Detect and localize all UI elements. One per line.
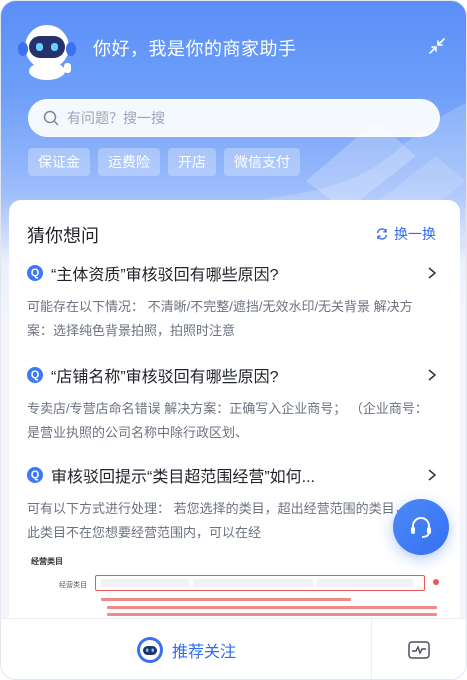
preview-field-label: 经营类目 [59, 582, 87, 589]
question-title: “主体资质”审核驳回有哪些原因? [51, 267, 279, 284]
refresh-button[interactable]: 换一换 [375, 224, 436, 244]
chip-deposit[interactable]: 保证金 [28, 148, 90, 176]
question-answer: 可有以下方式进行处理： 若您选择的类目，超出经营范围的类目，同时此类目不在您想要… [27, 501, 434, 540]
question-item[interactable]: Q “店铺名称”审核驳回有哪些原因? 专卖店/专营店命名错误 解决方案：正确写入… [27, 364, 439, 445]
q-badge: Q [27, 265, 43, 281]
footer-bar: 推荐关注 [1, 618, 466, 679]
search-input[interactable] [65, 109, 399, 127]
question-answer: 可能存在以下情况： 不清晰/不完整/遮挡/无效水印/无关背景 解决方案：选择纯色… [27, 299, 413, 338]
chevron-right-icon [428, 267, 437, 279]
guess-title: 猜你想问 [27, 226, 99, 246]
chevron-right-icon [428, 469, 437, 481]
preview-error-line [107, 606, 437, 609]
chip-shipping-insurance[interactable]: 运费险 [98, 148, 160, 176]
header: 你好，我是你的商家助手 [1, 1, 466, 91]
quick-chips: 保证金 运费险 开店 微信支付 [28, 148, 300, 176]
preview-tag [101, 579, 189, 587]
chart-icon [408, 640, 430, 659]
assistant-panel: 你好，我是你的商家助手 保证金 运费险 开店 微信支付 猜你想问 换一换 [0, 0, 467, 680]
customer-service-button[interactable] [393, 499, 449, 555]
refresh-icon [376, 228, 388, 240]
guess-card: 猜你想问 换一换 Q “主体资质”审核驳回有哪些原因? 可能存在以下情况： 不清… [9, 200, 460, 618]
collapse-arrows-icon[interactable] [428, 37, 446, 55]
recommend-follow-button[interactable]: 推荐关注 [1, 619, 371, 679]
chart-button[interactable] [372, 619, 466, 679]
question-item[interactable]: Q “主体资质”审核驳回有哪些原因? 可能存在以下情况： 不清晰/不完整/遮挡/… [27, 262, 439, 343]
recommend-follow-label: 推荐关注 [171, 643, 236, 661]
question-title: 审核驳回提示“类目超范围经营”如何... [51, 469, 315, 486]
preview-error-line [107, 613, 437, 616]
robot-avatar-icon [18, 25, 76, 80]
preview-section-label: 经营类目 [31, 557, 63, 566]
preview-error-dot [433, 579, 439, 585]
chevron-right-icon [428, 369, 437, 381]
chip-wechat-pay[interactable]: 微信支付 [224, 148, 300, 176]
chip-open-store[interactable]: 开店 [168, 148, 216, 176]
q-badge: Q [27, 367, 43, 383]
question-answer: 专卖店/专营店命名错误 解决方案：正确写入企业商号； （企业商号：是营业执照的公… [27, 401, 428, 440]
question-item[interactable]: Q 审核驳回提示“类目超范围经营”如何... 可有以下方式进行处理： 若您选择的… [27, 464, 439, 545]
preview-tag [193, 579, 313, 587]
search-icon [43, 110, 59, 126]
refresh-label: 换一换 [394, 226, 436, 242]
q-badge: Q [27, 467, 43, 483]
assistant-title: 你好，我是你的商家助手 [93, 39, 297, 59]
search-bar[interactable] [28, 99, 440, 137]
robot-avatar-icon [136, 636, 163, 663]
answer-preview-image: 经营类目 经营类目 [29, 550, 441, 618]
headset-icon [411, 517, 431, 538]
preview-error-line [101, 598, 351, 601]
question-title: “店铺名称”审核驳回有哪些原因? [51, 369, 279, 386]
preview-tag [317, 579, 413, 587]
